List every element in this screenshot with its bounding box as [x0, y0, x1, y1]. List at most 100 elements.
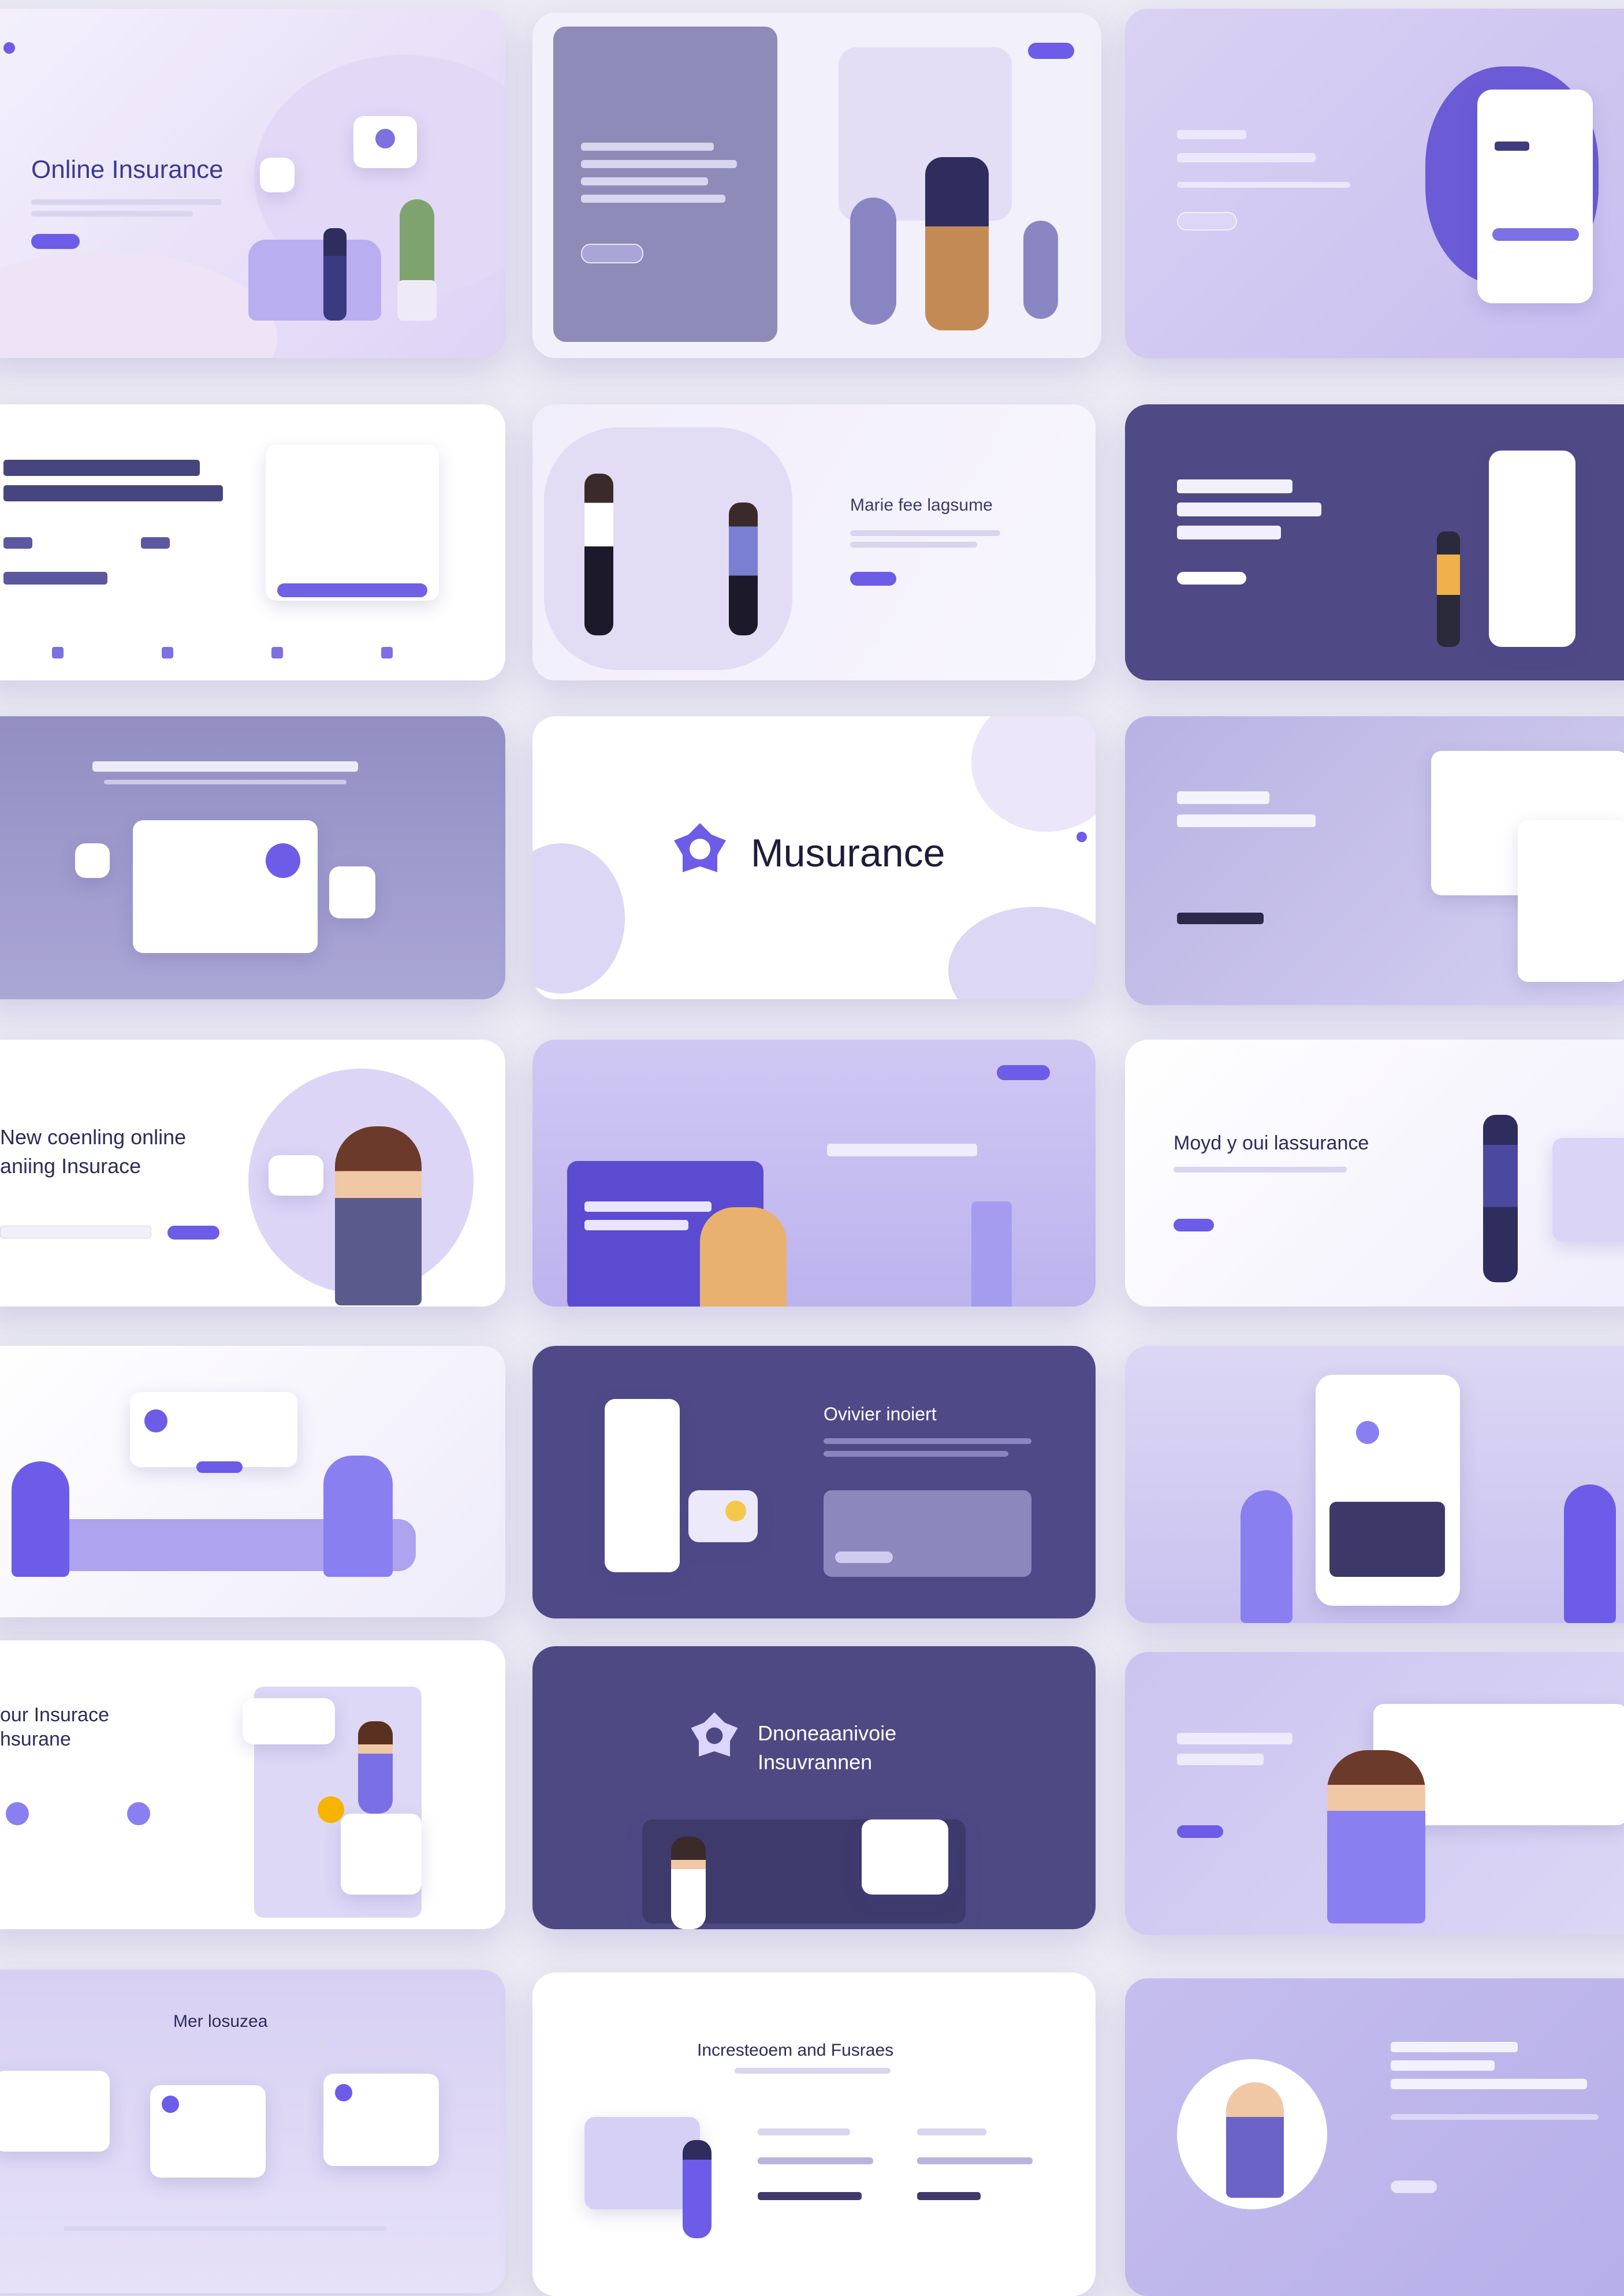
text-line [31, 199, 222, 205]
card-new-online-insurance[interactable]: New coenling online aniing Insurace [0, 1040, 505, 1307]
decor-blob [948, 907, 1096, 999]
card-marie-insurance[interactable]: Marie fee lagsume [532, 404, 1096, 680]
chat-card [243, 1698, 335, 1744]
submit-button[interactable] [277, 583, 427, 597]
card-phone-showcase[interactable] [1125, 1346, 1624, 1623]
card-mockup [688, 1490, 758, 1542]
phone-mockup [1477, 90, 1593, 303]
heading-line [1177, 791, 1269, 804]
card-increments-features[interactable]: Incresteoem and Fusraes [532, 1973, 1096, 2296]
feature-card [0, 2071, 110, 2152]
form-panel [266, 445, 439, 601]
list-card [341, 1814, 422, 1895]
card-dark-hero[interactable]: Dnoneaanivoie Insuvrannen [532, 1646, 1096, 1929]
feature-line [758, 2128, 850, 2135]
chat-bubble [269, 1155, 323, 1196]
card-welcome-insurance[interactable] [0, 404, 505, 680]
plant-icon [1564, 1484, 1616, 1623]
cta-button[interactable] [31, 234, 80, 249]
card-plants-illustration[interactable] [0, 1346, 505, 1617]
card-person-circle[interactable] [1125, 1978, 1624, 2296]
avatar-icon [144, 1409, 167, 1432]
text-line [850, 542, 977, 548]
card-insurance-dashboard[interactable] [1125, 716, 1624, 1005]
card-my-insurance[interactable]: Moyd y oui lassurance [1125, 1040, 1624, 1307]
heading-line [827, 1144, 977, 1156]
card-features[interactable]: Mer losuzea [0, 1970, 505, 2293]
heading-line [1391, 2042, 1518, 2052]
text-line [1177, 130, 1246, 139]
stat-value [3, 572, 107, 585]
man-illustration [358, 1721, 393, 1814]
man-illustration [1327, 1750, 1425, 1923]
feature-icon [52, 647, 64, 658]
card-dashboard-illustration[interactable] [0, 716, 505, 999]
stat-value [3, 537, 32, 549]
cta-button[interactable] [1391, 2180, 1437, 2193]
presentation-board [1552, 1138, 1624, 1242]
card-mobile-insurance-dark[interactable] [1125, 404, 1624, 680]
card-overview-dark[interactable]: Ovivier inoiert [532, 1346, 1096, 1618]
card-title: Mer losuzea [173, 2012, 268, 2031]
cta-button[interactable] [1177, 572, 1246, 585]
text-line [1174, 1167, 1347, 1173]
nav-cta-button[interactable] [1028, 43, 1074, 59]
plant-pot-icon [397, 280, 437, 321]
cta-button[interactable] [1177, 1825, 1223, 1838]
phone-button[interactable] [1492, 228, 1579, 241]
heading-line [3, 460, 200, 476]
card-title: Ovivier inoiert [824, 1404, 937, 1424]
cta-button[interactable] [850, 572, 896, 586]
card-title: Marie fee lagsume [850, 496, 993, 515]
brand-name: Musurance [751, 831, 945, 875]
text-line [735, 2068, 891, 2074]
decor-blob [971, 716, 1096, 832]
search-input[interactable] [0, 1226, 151, 1238]
search-button[interactable] [167, 1226, 219, 1240]
man-illustration [729, 503, 758, 635]
card-online-insurance[interactable]: Online Insurance [0, 9, 505, 358]
card-your-insurance[interactable]: our Insurace hsurane [0, 1640, 505, 1929]
heading-line [584, 1201, 712, 1212]
card-mobile-insurance[interactable] [1125, 9, 1624, 358]
card-brand-musurance[interactable]: Musurance [532, 716, 1096, 999]
heading-line [1391, 2060, 1495, 2071]
stat-value [141, 537, 170, 549]
phone-card [1329, 1502, 1445, 1577]
card-title: Moyd y oui lassurance [1174, 1132, 1369, 1154]
info-panel [824, 1490, 1031, 1577]
cta-button[interactable] [1177, 212, 1237, 230]
woman-illustration [1483, 1115, 1518, 1282]
plant-icon [323, 1456, 393, 1577]
text-line [581, 177, 708, 185]
card-person-reading[interactable] [1125, 1652, 1624, 1935]
feature-icon [6, 1802, 29, 1825]
chart-circle [266, 843, 300, 878]
brand-logo-icon [688, 1710, 740, 1762]
plant-icon [12, 1461, 69, 1577]
feature-icon [335, 2084, 352, 2101]
woman-illustration [1437, 531, 1460, 647]
panel-button[interactable] [835, 1551, 893, 1563]
dashboard-mockup [133, 820, 318, 953]
person-illustration [683, 2140, 712, 2238]
nav-cta-button[interactable] [997, 1065, 1050, 1080]
card-title-line2: hsurane [0, 1728, 71, 1750]
card-title-line1: Dnoneaanivoie [758, 1721, 897, 1745]
feature-icon [127, 1802, 150, 1825]
screen-card [862, 1819, 948, 1895]
text-line [1177, 182, 1350, 188]
badge-icon [318, 1796, 344, 1823]
text-line [1391, 2114, 1599, 2120]
hero-button[interactable] [581, 244, 643, 263]
card-title-line1: New coenling online [0, 1125, 187, 1149]
building-icon [971, 1201, 1012, 1307]
card-title-line2: aniing Insurace [0, 1154, 141, 1178]
card-online-insurance-dark[interactable] [532, 13, 1101, 358]
side-card [329, 866, 375, 918]
cta-button[interactable] [196, 1461, 243, 1473]
phone-line [1495, 142, 1529, 151]
card-purple-hero[interactable] [532, 1040, 1096, 1307]
cta-button[interactable] [1174, 1219, 1214, 1231]
text-line [1177, 153, 1316, 162]
